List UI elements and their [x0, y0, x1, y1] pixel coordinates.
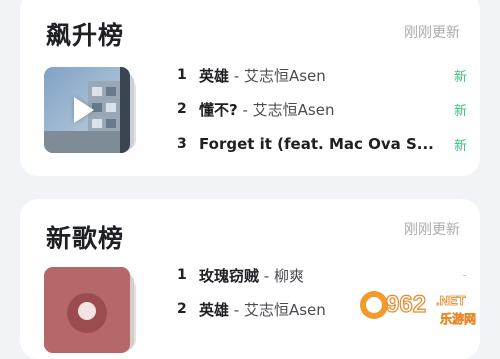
- song-line: 懂不? - 艾志恒Asen: [199, 99, 435, 120]
- rank-number: 2: [177, 101, 199, 117]
- update-status: 刚刚更新: [404, 219, 460, 239]
- chart-row[interactable]: 3 Forget it (feat. Mac Ova S... 新: [177, 130, 467, 158]
- song-title: 玫瑰窃贼: [199, 267, 259, 285]
- artist-name: 柳爽: [274, 267, 304, 285]
- song-line: Forget it (feat. Mac Ova S...: [199, 135, 435, 153]
- artist-name: 艾志恒Asen: [253, 101, 335, 119]
- new-badge: 新: [454, 135, 467, 154]
- new-badge: 新: [454, 100, 467, 119]
- chart-title: 新歌榜: [46, 219, 124, 255]
- chart-card-new-songs[interactable]: 新歌榜 刚刚更新 1 玫瑰窃贼 - 柳爽 - 2 英雄 - 艾志恒Asen: [20, 199, 480, 359]
- rank-number: 3: [177, 136, 199, 152]
- update-status: 刚刚更新: [404, 22, 460, 42]
- separator: -: [229, 67, 244, 85]
- rank-number: 2: [177, 301, 199, 317]
- song-title: Forget it (feat. Mac Ova S...: [199, 135, 434, 153]
- rank-number: 1: [177, 267, 199, 283]
- svg-text:.NET: .NET: [436, 293, 466, 308]
- album-cover-stack[interactable]: [44, 67, 156, 157]
- svg-text:962: 962: [386, 291, 426, 318]
- artist-name: 艾志恒Asen: [244, 301, 326, 319]
- separator: -: [259, 267, 274, 285]
- song-title: 英雄: [199, 67, 229, 85]
- chart-row[interactable]: 2 懂不? - 艾志恒Asen 新: [177, 95, 467, 123]
- svg-text:乐游网: 乐游网: [440, 311, 476, 326]
- song-line: 玫瑰窃贼 - 柳爽: [199, 265, 435, 286]
- song-title: 懂不?: [199, 101, 238, 119]
- album-cover: [44, 67, 130, 153]
- new-badge: 新: [454, 66, 467, 85]
- album-cover-stack[interactable]: [44, 267, 156, 357]
- separator: -: [238, 101, 253, 119]
- chart-title: 飙升榜: [46, 16, 124, 52]
- chart-row[interactable]: 1 英雄 - 艾志恒Asen 新: [177, 61, 467, 89]
- separator: -: [229, 301, 244, 319]
- rank-change-badge: -: [462, 268, 467, 283]
- album-cover: [44, 267, 130, 353]
- song-line: 英雄 - 艾志恒Asen: [199, 65, 435, 86]
- song-title: 英雄: [199, 301, 229, 319]
- rank-number: 1: [177, 67, 199, 83]
- play-icon[interactable]: [74, 97, 94, 123]
- watermark-logo: 962 .NET 乐游网: [356, 285, 496, 331]
- artist-name: 艾志恒Asen: [244, 67, 326, 85]
- chart-card-rising[interactable]: 飙升榜 刚刚更新: [20, 0, 480, 176]
